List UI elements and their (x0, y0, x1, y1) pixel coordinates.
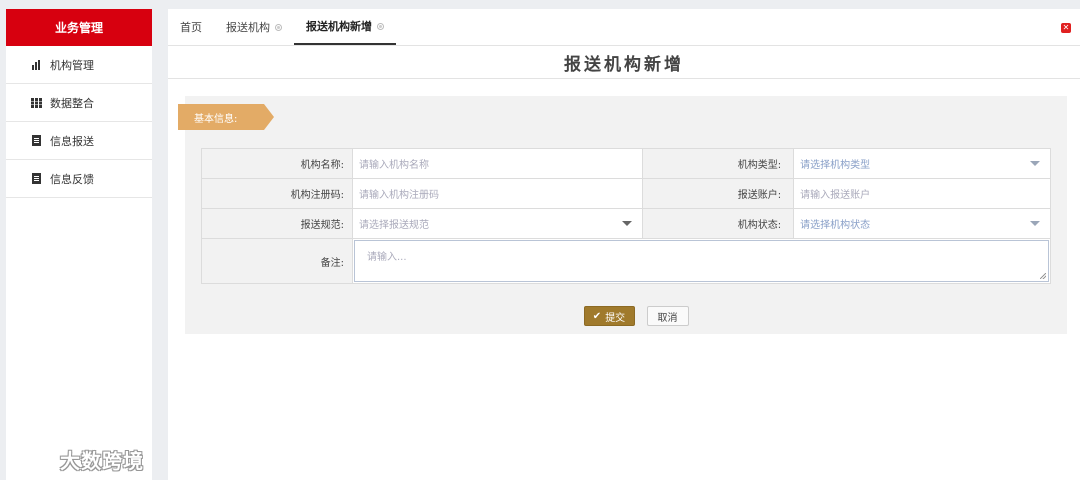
watermark: 大数跨境 (16, 445, 144, 474)
sidebar: 业务管理 机构管理 数据整合 信息报送 信息反馈 大数跨境 (6, 9, 152, 480)
chevron-down-icon (1030, 161, 1040, 166)
sidebar-header: 业务管理 (6, 9, 152, 46)
sidebar-item-info-submission[interactable]: 信息报送 (6, 122, 152, 160)
sidebar-item-info-feedback[interactable]: 信息反馈 (6, 160, 152, 198)
org-name-placeholder: 请输入机构名称 (359, 160, 429, 171)
status-label: 机构状态: (642, 208, 795, 239)
spec-placeholder: 请选择报送规范 (359, 220, 429, 231)
notes-textarea[interactable]: 请输入... (354, 240, 1049, 282)
sidebar-item-label: 信息报送 (50, 134, 94, 148)
account-input[interactable]: 请输入报送账户 (793, 178, 1051, 209)
org-name-label: 机构名称: (201, 148, 353, 179)
org-type-label: 机构类型: (642, 148, 795, 179)
submit-button-label: 提交 (605, 312, 626, 324)
chevron-down-icon (622, 221, 633, 226)
reg-code-input[interactable]: 请输入机构注册码 (351, 178, 644, 209)
bar-chart-icon (30, 59, 42, 71)
tab-add-submission-org[interactable]: 报送机构新增 (294, 9, 396, 45)
submit-button[interactable]: ✔ 提交 (583, 306, 635, 326)
status-placeholder: 请选择机构状态 (800, 220, 871, 231)
reg-code-placeholder: 请输入机构注册码 (359, 190, 439, 201)
form-actions: ✔ 提交 取消 (185, 306, 1067, 326)
notes-cell: 请输入... (352, 238, 1051, 284)
sidebar-item-label: 机构管理 (50, 58, 94, 72)
tab-bar: 首页 报送机构 报送机构新增 ✕ (168, 9, 1080, 46)
status-select[interactable]: 请选择机构状态 (793, 208, 1051, 239)
form-panel: 基本信息: 机构名称: 请输入机构名称 机构类型: 请选择机构类型 机构注册码:… (178, 96, 1067, 334)
form-row: 报送规范: 请选择报送规范 机构状态: 请选择机构状态 (201, 208, 1051, 239)
sidebar-item-data-integration[interactable]: 数据整合 (6, 84, 152, 122)
main-content: 首页 报送机构 报送机构新增 ✕ 报送机构新增 基本信息: 机构名称: 请输入机… (168, 9, 1080, 480)
close-all-tabs-icon[interactable]: ✕ (1061, 23, 1071, 33)
chevron-down-icon (1030, 221, 1040, 226)
notes-placeholder: 请输入... (367, 252, 407, 263)
cancel-button-label: 取消 (657, 312, 678, 324)
section-tag-basic-info: 基本信息: (178, 104, 274, 130)
cancel-button[interactable]: 取消 (646, 306, 689, 326)
form-row: 机构注册码: 请输入机构注册码 报送账户: 请输入报送账户 (201, 178, 1051, 209)
resize-handle-icon[interactable] (1040, 273, 1046, 279)
watermark-logo-icon (16, 447, 56, 473)
tab-close-icon[interactable] (377, 22, 384, 30)
spec-label: 报送规范: (201, 208, 353, 239)
watermark-text: 大数跨境 (60, 449, 144, 473)
notes-label: 备注: (201, 238, 353, 284)
org-type-placeholder: 请选择机构类型 (800, 160, 871, 171)
account-label: 报送账户: (642, 178, 795, 209)
sidebar-item-label: 信息反馈 (50, 172, 94, 186)
tab-label: 报送机构 (226, 21, 270, 34)
tab-submission-orgs[interactable]: 报送机构 (214, 9, 294, 45)
form-row: 备注: 请输入... (201, 238, 1051, 284)
org-type-select[interactable]: 请选择机构类型 (793, 148, 1051, 179)
document-icon (30, 173, 42, 185)
org-form-table: 机构名称: 请输入机构名称 机构类型: 请选择机构类型 机构注册码: 请输入机构… (201, 148, 1051, 284)
account-placeholder: 请输入报送账户 (800, 190, 871, 201)
document-icon (30, 135, 42, 147)
page-title: 报送机构新增 (168, 46, 1080, 79)
spec-select[interactable]: 请选择报送规范 (351, 208, 644, 239)
tab-label: 首页 (180, 21, 202, 34)
sidebar-item-org-management[interactable]: 机构管理 (6, 46, 152, 84)
sidebar-item-label: 数据整合 (50, 96, 94, 110)
tab-label: 报送机构新增 (306, 20, 372, 33)
grid-icon (30, 97, 42, 109)
tab-home[interactable]: 首页 (168, 9, 214, 45)
check-icon: ✔ (592, 310, 602, 322)
reg-code-label: 机构注册码: (201, 178, 353, 209)
org-name-input[interactable]: 请输入机构名称 (351, 148, 644, 179)
form-row: 机构名称: 请输入机构名称 机构类型: 请选择机构类型 (201, 148, 1051, 179)
tab-close-icon[interactable] (275, 23, 282, 31)
